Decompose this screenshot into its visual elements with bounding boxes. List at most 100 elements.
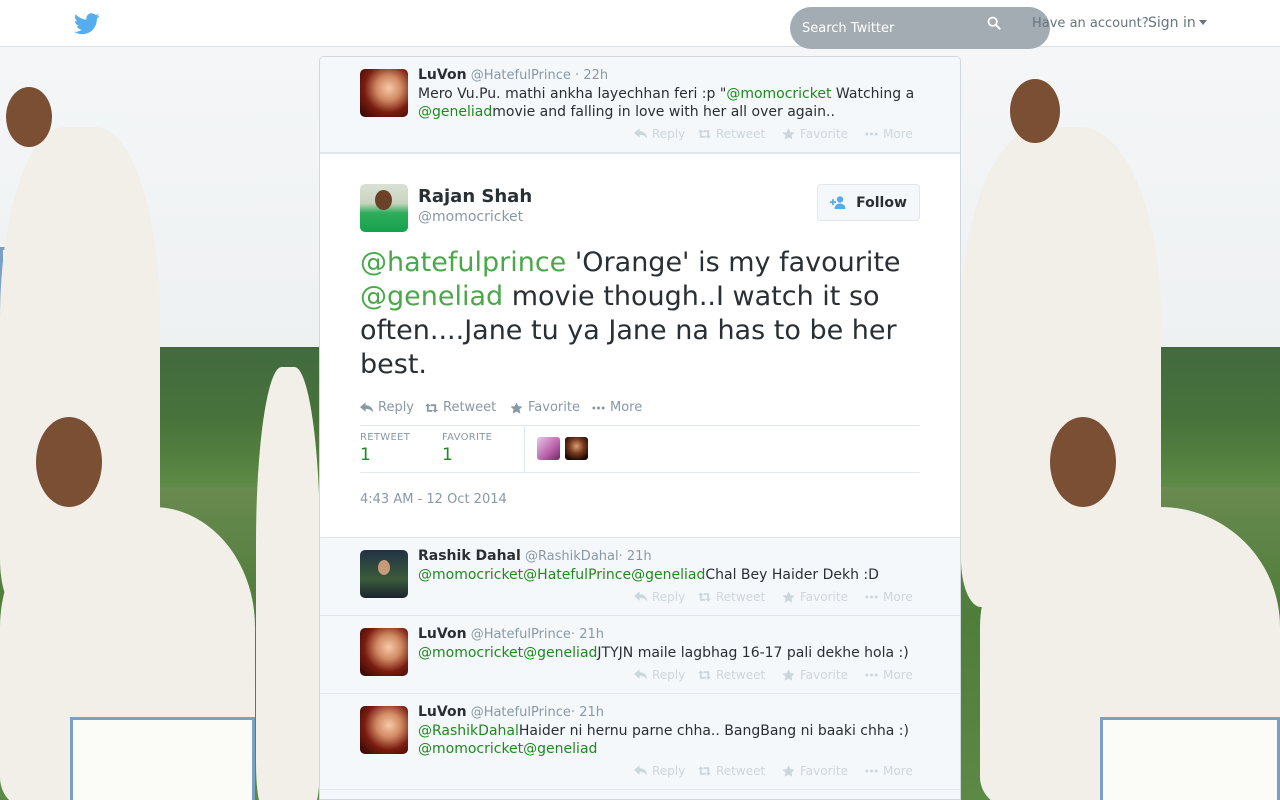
favorite-stat[interactable]: FAVORITE 1 xyxy=(442,432,492,465)
favorite-button[interactable]: Favorite xyxy=(510,400,580,415)
sign-in-label: Sign in xyxy=(1148,15,1196,31)
reply-tweet[interactable]: LuVon @HatefulPrince· 21h @RashikDahalHa… xyxy=(320,694,960,790)
tweet-text: @hatefulprince 'Orange' is my favourite … xyxy=(360,246,920,382)
text-segment: Chal Bey Haider Dekh :D xyxy=(705,567,879,583)
retweet-button[interactable]: Retweet xyxy=(698,590,765,604)
author-handle[interactable]: @momocricket xyxy=(418,209,523,225)
retweet-label: Retweet xyxy=(716,668,766,682)
more-dots-icon xyxy=(865,673,878,677)
mention-link[interactable]: @momocricket xyxy=(418,645,523,661)
more-dots-icon xyxy=(865,132,878,136)
mention-link[interactable]: @geneliad xyxy=(523,741,597,757)
more-label: More xyxy=(883,127,913,141)
tweet-timestamp[interactable]: 4:43 AM - 12 Oct 2014 xyxy=(360,492,507,507)
mention-link[interactable]: @RashikDahal xyxy=(418,723,519,739)
search-input[interactable] xyxy=(802,18,992,38)
ancestor-tweet[interactable]: LuVon @HatefulPrince · 22h Mero Vu.Pu. m… xyxy=(320,57,960,153)
mention-link[interactable]: @momocricket xyxy=(418,567,523,583)
have-account-text: Have an account? xyxy=(1032,16,1149,31)
tweet-time[interactable]: 21h xyxy=(627,549,652,564)
tweet-time[interactable]: 21h xyxy=(579,627,604,642)
tweet-meta: LuVon @HatefulPrince· 21h xyxy=(418,626,604,642)
more-button[interactable]: More xyxy=(865,127,913,141)
mention-link[interactable]: @hatefulprince xyxy=(360,247,566,278)
retweet-button[interactable]: Retweet xyxy=(698,127,765,141)
tweet-actions: Reply Retweet Favorite More xyxy=(360,400,760,416)
star-icon xyxy=(782,669,795,681)
author-handle[interactable]: @HatefulPrince xyxy=(471,705,571,720)
retweet-icon xyxy=(698,592,711,602)
favorite-button[interactable]: Favorite xyxy=(782,127,848,141)
mention-link[interactable]: @momocricket xyxy=(726,86,831,102)
favorite-button[interactable]: Favorite xyxy=(782,668,848,682)
sign-in-link[interactable]: Sign in xyxy=(1148,15,1207,31)
follow-label: Follow xyxy=(856,194,907,211)
more-button[interactable]: More xyxy=(865,764,913,778)
reply-label: Reply xyxy=(652,764,686,778)
background-face xyxy=(36,417,102,507)
reply-label: Reply xyxy=(652,590,686,604)
tweet-actions: Reply Retweet Favorite More xyxy=(320,764,960,780)
author-handle[interactable]: @RashikDahal xyxy=(525,549,619,564)
more-button[interactable]: More xyxy=(592,400,642,415)
author-name[interactable]: LuVon xyxy=(418,67,467,83)
retweet-button[interactable]: Retweet xyxy=(698,668,765,682)
tweet-conversation: LuVon @HatefulPrince · 22h Mero Vu.Pu. m… xyxy=(319,56,961,800)
tweet-time[interactable]: 21h xyxy=(579,705,604,720)
mention-link[interactable]: @geneliad xyxy=(418,104,492,120)
author-name[interactable]: LuVon xyxy=(418,704,467,720)
reply-button[interactable]: Reply xyxy=(634,590,685,604)
author-handle[interactable]: @HatefulPrince xyxy=(471,627,571,642)
author-name[interactable]: LuVon xyxy=(418,626,467,642)
reply-button[interactable]: Reply xyxy=(360,400,414,415)
favorite-label: Favorite xyxy=(528,400,580,415)
favorite-label: Favorite xyxy=(800,764,848,778)
favorite-label: Favorite xyxy=(800,590,848,604)
twitter-bird-icon[interactable] xyxy=(74,13,100,35)
follow-button[interactable]: Follow xyxy=(817,184,920,221)
more-button[interactable]: More xyxy=(865,668,913,682)
tweet-time[interactable]: 22h xyxy=(583,68,608,83)
avatar[interactable] xyxy=(360,184,408,232)
mention-link[interactable]: @geneliad xyxy=(523,645,597,661)
mention-link[interactable]: @HatefulPrince xyxy=(523,567,631,583)
author-handle[interactable]: @HatefulPrince xyxy=(471,68,571,83)
retweet-button[interactable]: Retweet xyxy=(425,400,496,415)
mention-link[interactable]: @momocricket xyxy=(418,741,523,757)
tweet-stats: RETWEET 1 FAVORITE 1 xyxy=(360,425,920,473)
more-button[interactable]: More xyxy=(865,590,913,604)
favorite-button[interactable]: Favorite xyxy=(782,764,848,778)
tweet-actions: Reply Retweet Favorite More xyxy=(320,590,960,606)
retweet-button[interactable]: Retweet xyxy=(698,764,765,778)
tweet-text: @momocricket@geneliadJTYJN maile lagbhag… xyxy=(418,644,928,662)
retweet-stat[interactable]: RETWEET 1 xyxy=(360,432,410,465)
search-icon[interactable] xyxy=(987,16,1001,30)
text-segment: movie and falling in love with her all o… xyxy=(492,104,835,120)
avatar[interactable] xyxy=(360,706,408,754)
tweet-text: Mero Vu.Pu. mathi ankha layechhan feri :… xyxy=(418,85,928,121)
reply-button[interactable]: Reply xyxy=(634,764,685,778)
more-label: More xyxy=(883,764,913,778)
mention-link[interactable]: @geneliad xyxy=(360,281,503,312)
retweet-icon xyxy=(698,670,711,680)
reply-button[interactable]: Reply xyxy=(634,668,685,682)
text-segment: Watching a xyxy=(831,86,915,102)
reply-button[interactable]: Reply xyxy=(634,127,685,141)
author-name[interactable]: Rajan Shah xyxy=(418,186,532,207)
favoriter-avatar[interactable] xyxy=(565,437,588,460)
author-name[interactable]: Rashik Dahal xyxy=(418,548,521,564)
favorite-button[interactable]: Favorite xyxy=(782,590,848,604)
avatar[interactable] xyxy=(360,69,408,117)
reply-icon xyxy=(360,401,373,413)
favoriter-avatar[interactable] xyxy=(537,437,560,460)
reply-label: Reply xyxy=(652,668,686,682)
star-icon xyxy=(782,591,795,603)
reply-icon xyxy=(634,591,647,602)
separator: · xyxy=(570,705,576,720)
retweet-label: Retweet xyxy=(716,127,766,141)
reply-tweet[interactable]: Rashik Dahal @RashikDahal· 21h @momocric… xyxy=(320,538,960,616)
reply-icon xyxy=(634,669,647,680)
reply-tweet[interactable]: LuVon @HatefulPrince· 21h @momocricket@g… xyxy=(320,616,960,694)
background-face xyxy=(6,87,52,147)
mention-link[interactable]: @geneliad xyxy=(631,567,705,583)
